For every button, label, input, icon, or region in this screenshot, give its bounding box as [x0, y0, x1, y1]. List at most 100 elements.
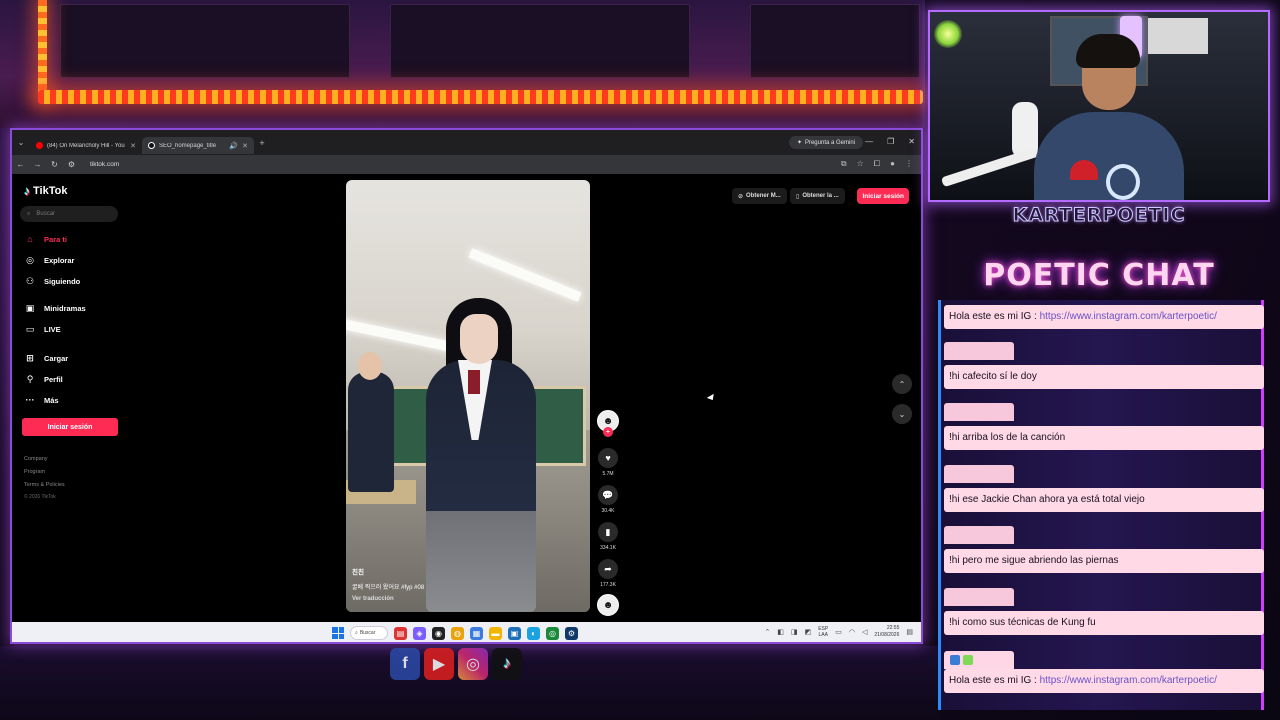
video-girl-face	[460, 314, 498, 364]
following-icon: ⚇	[25, 276, 35, 286]
footer-program-link[interactable]: Program	[24, 469, 45, 475]
volume-icon[interactable]: ◁	[862, 628, 867, 636]
clock[interactable]: 22:55 21/08/2026	[874, 625, 899, 639]
webcam-board	[1148, 18, 1208, 54]
speaker-icon[interactable]: 🔊	[229, 142, 238, 150]
video-author[interactable]: 친친	[352, 566, 364, 576]
forward-icon[interactable]: →	[29, 160, 46, 169]
url-field[interactable]: tiktok.com	[90, 161, 119, 168]
taskbar-search[interactable]: ⌕ Buscar	[350, 626, 388, 640]
chat-bubble: !hi cafecito sí le doy	[944, 365, 1264, 389]
save-count: 334.1K	[600, 545, 616, 551]
tab-youtube[interactable]: (84) On Melancholy Hill - YouTu ✕	[30, 137, 142, 154]
nav-item-perfil[interactable]: ⚲ Perfil	[24, 374, 63, 385]
clock-time: 22:55	[886, 625, 900, 631]
get-desktop-button[interactable]: ▯ Obtener la ...	[790, 188, 845, 204]
save-action[interactable]: ▮ 334.1K	[597, 522, 619, 551]
extensions-icon[interactable]: ⧠	[874, 159, 880, 169]
app-chrome-icon[interactable]: ◍	[451, 626, 464, 640]
get-app-button[interactable]: ⊘ Obtener M...	[732, 188, 787, 204]
video-caption: 꿀베 찍으러 왔어요 #fyp #08	[352, 585, 425, 591]
profile-icon[interactable]: ●	[890, 159, 895, 169]
close-tab-icon[interactable]: ✕	[130, 142, 136, 150]
app-terminal-icon[interactable]: ▣	[508, 626, 521, 640]
tab-search-chevron-icon[interactable]: ⌄	[12, 138, 30, 147]
video-player[interactable]: 친친 꿀베 찍으러 왔어요 #fyp #08 Ver traducción	[346, 180, 590, 612]
tiktok-logo[interactable]: ♪ TikTok	[24, 184, 67, 198]
nav-item-explorar[interactable]: ◎ Explorar	[24, 255, 74, 266]
nav-label: Más	[44, 395, 59, 405]
chat-bubble: !hi pero me sigue abriendo las piernas	[944, 549, 1264, 573]
video-ceiling-light	[346, 317, 454, 353]
app-obs-icon[interactable]: ◉	[432, 626, 445, 640]
nav-item-live[interactable]: ▭ LIVE	[24, 324, 61, 335]
comment-action[interactable]: 💬 30.4K	[597, 485, 619, 514]
bookmark-star-icon[interactable]: ☆	[857, 159, 864, 169]
site-info-icon[interactable]: ⚙	[63, 160, 80, 169]
nav-item-mas[interactable]: ··· Más	[24, 395, 59, 405]
search-icon: ⌕	[27, 210, 31, 217]
login-button-top[interactable]: Iniciar sesión	[857, 188, 909, 204]
next-video-chevron-down-icon[interactable]: ⌄	[892, 404, 912, 424]
tray-app-icon[interactable]: ◧	[777, 628, 784, 636]
app-edge-icon[interactable]: ◐	[527, 626, 540, 640]
chat-link[interactable]: https://www.instagram.com/karterpoetic/	[1040, 311, 1217, 322]
gemini-button[interactable]: ✦ Pregunta a Gemini	[788, 136, 863, 149]
video-ceiling-light	[468, 248, 582, 302]
tray-app-icon[interactable]: ◨	[791, 628, 798, 636]
app-icon: ⊘	[738, 193, 744, 200]
new-tab-icon[interactable]: +	[254, 138, 270, 148]
chat-message: !hi cafecito sí le doy	[944, 342, 1264, 389]
home-icon: ⌂	[27, 234, 33, 244]
app-pdf-icon[interactable]: ▤	[394, 626, 407, 640]
footer-terms-link[interactable]: Terms & Policies	[24, 482, 65, 488]
system-tray: ⌃ ◧ ◨ ◩ ESP LAA ▭ ◠ ◁ 22:55 21/08/2026 ▤	[764, 625, 913, 639]
tab-title: (84) On Melancholy Hill - YouTu	[47, 142, 127, 149]
restore-icon[interactable]: ❐	[887, 137, 894, 146]
nav-item-para-ti[interactable]: ⌂ Para ti	[24, 234, 67, 244]
footer-company-link[interactable]: Company	[24, 456, 48, 462]
background-shelf	[60, 4, 350, 78]
reload-icon[interactable]: ↻	[46, 160, 63, 169]
app-copilot-icon[interactable]: ◈	[413, 626, 426, 640]
chat-username	[944, 403, 1014, 421]
app-store-icon[interactable]: ▦	[470, 626, 483, 640]
tray-app-icon[interactable]: ◩	[805, 628, 812, 636]
led-strip-vertical	[38, 0, 47, 100]
network-icon[interactable]: ▭	[835, 628, 842, 636]
back-icon[interactable]: ←	[12, 160, 29, 169]
close-window-icon[interactable]: ✕	[908, 137, 915, 146]
tray-chevron-up-icon[interactable]: ⌃	[764, 628, 770, 636]
nav-item-siguiendo[interactable]: ⚇ Siguiendo	[24, 276, 80, 287]
language-bottom: LAA	[818, 632, 828, 638]
tab-title: SEO_homepage_title	[159, 142, 217, 149]
app-explorer-icon[interactable]: ▬	[489, 626, 502, 640]
wifi-icon[interactable]: ◠	[849, 628, 855, 636]
chat-username	[944, 650, 1014, 669]
app-steam-icon[interactable]: ⚙	[565, 626, 578, 640]
tab-tiktok[interactable]: SEO_homepage_title 🔊 ✕	[142, 137, 254, 154]
search-icon: ⌕	[355, 630, 358, 636]
app-chrome-active-icon[interactable]: ◎	[546, 626, 559, 640]
share-action[interactable]: ➦ 177.3K	[597, 559, 619, 588]
creator-avatar[interactable]: ☻ +	[597, 410, 619, 437]
chat-link[interactable]: https://www.instagram.com/karterpoetic/	[1040, 675, 1217, 686]
windows-start-icon[interactable]	[332, 627, 344, 639]
search-input[interactable]: ⌕ Buscar	[20, 206, 118, 222]
translate-icon[interactable]: ⧉	[841, 159, 847, 169]
sound-avatar[interactable]: ☻	[597, 594, 619, 616]
nav-item-cargar[interactable]: ⊞ Cargar	[24, 353, 68, 364]
chat-message: !hi pero me sigue abriendo las piernas	[944, 526, 1264, 573]
follow-plus-icon[interactable]: +	[603, 427, 613, 437]
notification-icon[interactable]: ▤	[906, 628, 913, 636]
close-tab-icon[interactable]: ✕	[242, 142, 248, 150]
subscriber-badge-icon	[950, 654, 960, 665]
browser-menu-icon[interactable]: ⋮	[905, 159, 913, 169]
minimize-icon[interactable]: —	[865, 137, 873, 146]
login-button-sidebar[interactable]: Iniciar sesión	[22, 418, 118, 436]
language-indicator[interactable]: ESP LAA	[818, 626, 828, 638]
see-translation-link[interactable]: Ver traducción	[352, 596, 394, 602]
like-action[interactable]: ♥ 5.7M	[597, 448, 619, 477]
nav-item-minidramas[interactable]: ▣ Minidramas	[24, 303, 86, 314]
previous-video-chevron-up-icon[interactable]: ⌃	[892, 374, 912, 394]
